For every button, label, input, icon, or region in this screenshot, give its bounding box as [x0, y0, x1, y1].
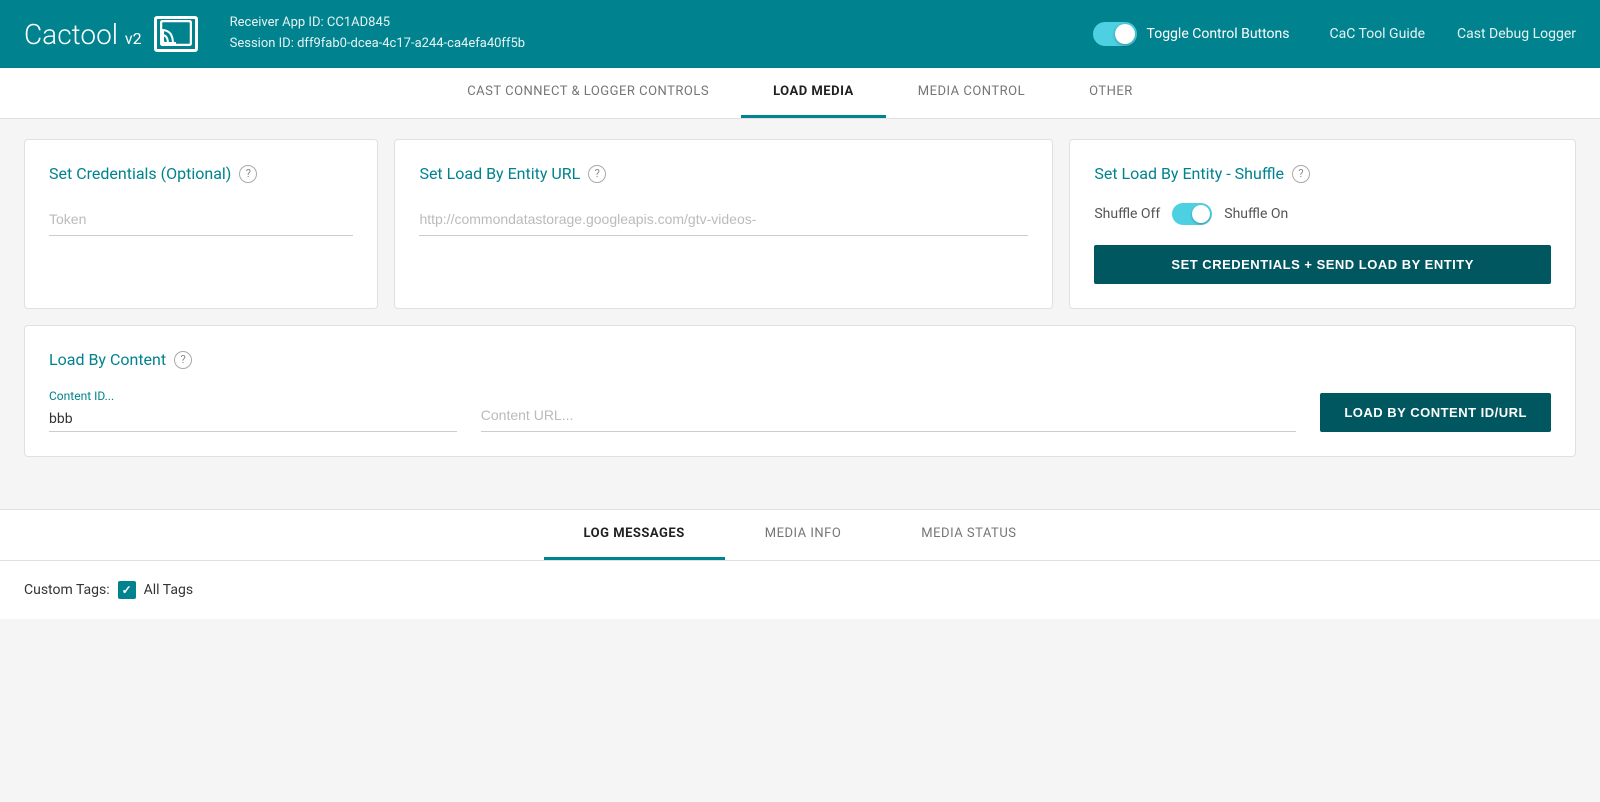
- top-cards-row: Set Credentials (Optional) ? Set Load By…: [24, 139, 1576, 309]
- tab-media-control[interactable]: MEDIA CONTROL: [886, 68, 1057, 118]
- entity-shuffle-card-title: Set Load By Entity - Shuffle ?: [1094, 164, 1551, 183]
- all-tags-checkbox[interactable]: [118, 581, 136, 599]
- content-id-value: bbb: [49, 407, 457, 432]
- logo: Cactool v2: [24, 16, 198, 52]
- custom-tags-row: Custom Tags: All Tags: [24, 581, 1576, 599]
- content-inputs-row: Content ID... bbb LOAD BY CONTENT ID/URL: [49, 389, 1551, 432]
- toggle-control-buttons-switch[interactable]: [1093, 22, 1137, 46]
- shuffle-toggle-row: Shuffle Off Shuffle On: [1094, 203, 1551, 225]
- credentials-card: Set Credentials (Optional) ?: [24, 139, 378, 309]
- token-input[interactable]: [49, 203, 353, 236]
- load-by-content-card: Load By Content ? Content ID... bbb LOAD…: [24, 325, 1576, 457]
- cast-icon: [154, 16, 198, 52]
- nav-guide-link[interactable]: CaC Tool Guide: [1330, 26, 1426, 42]
- bottom-content: Custom Tags: All Tags: [0, 561, 1600, 619]
- custom-tags-label: Custom Tags:: [24, 582, 110, 598]
- main-content: Set Credentials (Optional) ? Set Load By…: [0, 119, 1600, 493]
- tab-cast-connect[interactable]: CAST CONNECT & LOGGER CONTROLS: [435, 68, 741, 118]
- load-by-content-title: Load By Content ?: [49, 350, 1551, 369]
- bottom-section: LOG MESSAGES MEDIA INFO MEDIA STATUS Cus…: [0, 509, 1600, 619]
- entity-url-card-title: Set Load By Entity URL ?: [419, 164, 1028, 183]
- session-id-label: Session ID:: [230, 36, 294, 51]
- app-header: Cactool v2 Receiver App ID: CC1AD845 Ses…: [0, 0, 1600, 68]
- send-load-by-entity-button[interactable]: SET CREDENTIALS + SEND LOAD BY ENTITY: [1094, 245, 1551, 284]
- entity-url-input[interactable]: [419, 203, 1028, 236]
- main-tabs: CAST CONNECT & LOGGER CONTROLS LOAD MEDI…: [0, 68, 1600, 119]
- toggle-control-buttons-label: Toggle Control Buttons: [1147, 26, 1290, 42]
- shuffle-off-label: Shuffle Off: [1094, 206, 1160, 222]
- header-nav: CaC Tool Guide Cast Debug Logger: [1330, 26, 1577, 42]
- credentials-help-icon[interactable]: ?: [239, 165, 257, 183]
- receiver-app-id-label: Receiver App ID:: [230, 15, 324, 30]
- tab-media-info[interactable]: MEDIA INFO: [725, 510, 882, 560]
- section-divider: [0, 493, 1600, 501]
- receiver-app-id-value: CC1AD845: [327, 15, 390, 30]
- entity-shuffle-card: Set Load By Entity - Shuffle ? Shuffle O…: [1069, 139, 1576, 309]
- toggle-control-buttons-section: Toggle Control Buttons: [1093, 22, 1290, 46]
- shuffle-toggle[interactable]: [1172, 203, 1212, 225]
- content-id-group: Content ID... bbb: [49, 389, 457, 432]
- session-id-value: dff9fab0-dcea-4c17-a244-ca4efa40ff5b: [297, 36, 525, 51]
- content-btn-group: LOAD BY CONTENT ID/URL: [1320, 393, 1551, 432]
- content-url-group: [481, 399, 1297, 432]
- entity-shuffle-help-icon[interactable]: ?: [1292, 165, 1310, 183]
- session-info: Receiver App ID: CC1AD845 Session ID: df…: [230, 13, 1093, 55]
- nav-logger-link[interactable]: Cast Debug Logger: [1457, 26, 1576, 42]
- credentials-card-title: Set Credentials (Optional) ?: [49, 164, 353, 183]
- tab-media-status[interactable]: MEDIA STATUS: [881, 510, 1056, 560]
- entity-url-help-icon[interactable]: ?: [588, 165, 606, 183]
- load-by-content-button[interactable]: LOAD BY CONTENT ID/URL: [1320, 393, 1551, 432]
- tab-load-media[interactable]: LOAD MEDIA: [741, 68, 886, 118]
- shuffle-on-label: Shuffle On: [1224, 206, 1288, 222]
- tab-log-messages[interactable]: LOG MESSAGES: [544, 510, 725, 560]
- all-tags-label: All Tags: [144, 582, 193, 598]
- tab-other[interactable]: OTHER: [1057, 68, 1165, 118]
- content-url-input[interactable]: [481, 399, 1297, 432]
- load-by-content-help-icon[interactable]: ?: [174, 351, 192, 369]
- content-id-label: Content ID...: [49, 389, 457, 403]
- app-title: Cactool v2: [24, 18, 142, 51]
- bottom-tabs: LOG MESSAGES MEDIA INFO MEDIA STATUS: [0, 510, 1600, 561]
- entity-url-card: Set Load By Entity URL ?: [394, 139, 1053, 309]
